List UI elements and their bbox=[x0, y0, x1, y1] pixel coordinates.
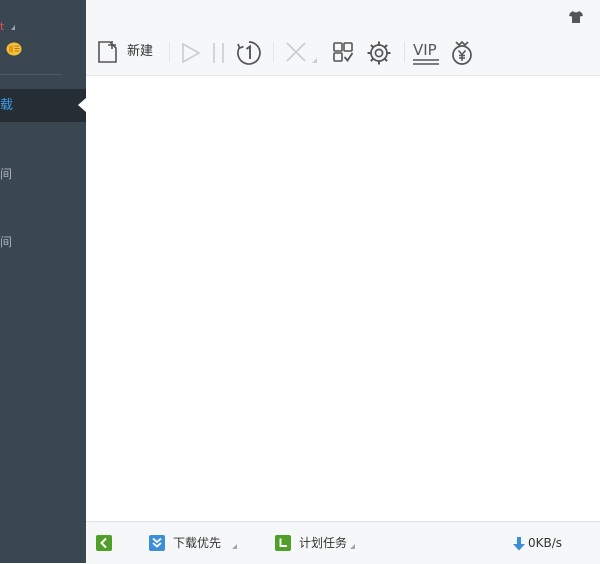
pause-icon[interactable] bbox=[210, 39, 228, 67]
new-task-icon bbox=[98, 41, 117, 63]
scheduled-task-label[interactable]: 计划任务 bbox=[299, 536, 347, 551]
coin-badge-icon[interactable] bbox=[6, 42, 22, 56]
task-list-area[interactable] bbox=[86, 76, 600, 521]
sidebar-item-2[interactable]: 间 bbox=[0, 235, 12, 249]
active-indicator-arrow bbox=[78, 98, 86, 112]
sidebar-item-1[interactable]: 间 bbox=[0, 167, 12, 181]
download-priority-label[interactable]: 下载优先 bbox=[173, 536, 221, 551]
money-icon[interactable] bbox=[449, 39, 475, 67]
download-speed-value: 0KB/s bbox=[528, 536, 563, 550]
user-menu-arrow-icon[interactable] bbox=[11, 25, 15, 30]
sidebar: t 载 间 间 bbox=[0, 0, 86, 563]
download-priority-dropdown-icon[interactable] bbox=[232, 544, 237, 549]
new-task-label: 新建 bbox=[127, 44, 154, 59]
speed-limit-icon[interactable] bbox=[236, 39, 262, 67]
vip-underline bbox=[413, 59, 439, 65]
skin-shirt-icon[interactable] bbox=[569, 11, 583, 23]
download-priority-icon[interactable] bbox=[149, 535, 165, 551]
chevron-left-icon bbox=[100, 537, 107, 549]
collapse-sidebar-button[interactable] bbox=[96, 535, 112, 551]
scheduled-task-icon[interactable] bbox=[275, 535, 291, 551]
scheduled-task-dropdown-icon[interactable] bbox=[350, 544, 355, 549]
status-bar: 下载优先 计划任务 0KB/s bbox=[86, 521, 600, 564]
vip-button[interactable]: VIP bbox=[412, 39, 440, 67]
download-speed-icon bbox=[513, 537, 525, 551]
toolbar-separator bbox=[273, 42, 274, 62]
toolbar-separator bbox=[169, 42, 170, 62]
toolbar: 新建 VIP bbox=[86, 0, 600, 76]
settings-gear-icon[interactable] bbox=[366, 39, 392, 67]
sidebar-divider bbox=[0, 74, 62, 75]
app-grid-icon[interactable] bbox=[331, 39, 355, 67]
start-icon[interactable] bbox=[180, 39, 202, 67]
user-name-label[interactable]: t bbox=[0, 21, 4, 33]
main-panel: 新建 VIP 下载优先 计划任务 0KB/s bbox=[86, 0, 600, 564]
delete-icon[interactable] bbox=[284, 39, 320, 67]
new-task-button[interactable]: 新建 bbox=[96, 39, 162, 67]
clock-hand-icon bbox=[279, 538, 287, 547]
sidebar-item-downloading-label: 载 bbox=[0, 98, 14, 113]
toolbar-separator bbox=[404, 42, 405, 62]
double-chevron-down-icon bbox=[152, 537, 162, 548]
vip-label: VIP bbox=[413, 41, 437, 59]
